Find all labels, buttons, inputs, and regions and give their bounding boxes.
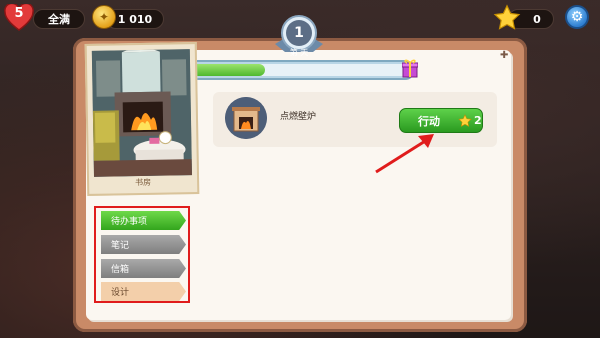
day-number: 1 — [286, 20, 312, 46]
tab-design[interactable]: 设计 — [101, 282, 186, 301]
star-cost: 2 — [474, 114, 482, 127]
room-photo — [91, 49, 192, 177]
day-progress-fill — [187, 64, 265, 76]
star-cost-icon — [458, 113, 472, 127]
lives-status[interactable]: 全满 — [33, 9, 85, 29]
action-button-label: 行动 — [418, 114, 440, 128]
star-icon — [493, 4, 521, 30]
tab-todo[interactable]: 待办事项 — [101, 211, 186, 230]
day-label: 第 天 — [289, 48, 309, 57]
tab-mailbox[interactable]: 信箱 — [101, 259, 186, 278]
corner-pin-icon: ✚ — [500, 50, 509, 61]
day-progress-bar — [187, 64, 409, 76]
red-arrow-annotation — [375, 134, 434, 174]
coin-icon: ✦ — [92, 5, 116, 29]
gift-icon[interactable] — [402, 58, 418, 78]
fireplace-icon — [225, 97, 267, 139]
tab-notes[interactable]: 笔记 — [101, 235, 186, 254]
settings-gear-icon[interactable]: ⚙ — [565, 5, 589, 29]
task-name: 点燃壁炉 — [280, 112, 317, 122]
lives-count: 5 — [14, 6, 24, 21]
room-name: 书房 — [135, 177, 152, 188]
room-photo-card[interactable]: 书房 — [84, 42, 200, 196]
